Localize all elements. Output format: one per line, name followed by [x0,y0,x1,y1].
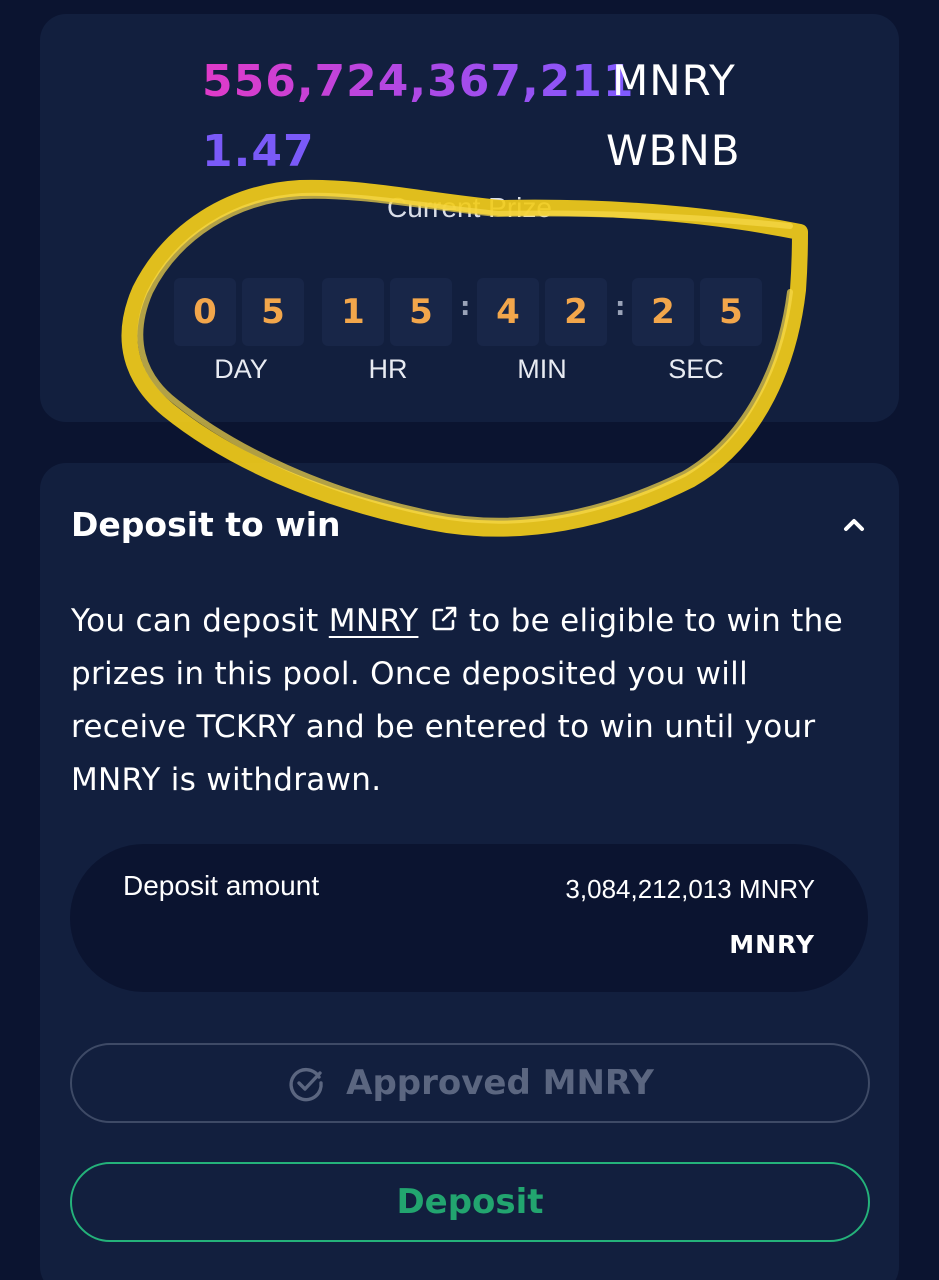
description-text-start: You can deposit [71,603,329,639]
mnry-token-link[interactable]: MNRY [329,603,419,639]
countdown-separator: : [615,292,626,322]
prize-wbnb-amount: 1.47 [202,126,315,177]
approved-mnry-button[interactable]: Approved MNRY [70,1043,870,1123]
countdown-separator: : [460,292,471,322]
countdown-sec-digit-2: 5 [700,278,762,346]
deposit-amount-field[interactable]: Deposit amount 3,084,212,013 MNRY MNRY [70,844,868,992]
countdown-min-digit-1: 4 [477,278,539,346]
countdown-unit-hr: HR [368,354,408,384]
countdown-unit-min: MIN [517,354,567,384]
prize-mnry-amount: 556,724,367,211 [202,56,635,107]
deposit-amount-value[interactable]: 3,084,212,013 MNRY [565,874,815,905]
prize-mnry-row: 556,724,367,211 MNRY [40,56,899,116]
countdown-day-digit-1: 0 [174,278,236,346]
deposit-title: Deposit to win [71,505,341,544]
countdown-hr-digit-1: 1 [322,278,384,346]
external-link-icon[interactable] [429,598,459,631]
page: 556,724,367,211 MNRY 1.47 WBNB Current P… [0,0,939,1280]
countdown-unit-day: DAY [214,354,268,384]
deposit-description: You can deposit MNRY to be eligible to w… [71,595,871,807]
prize-card: 556,724,367,211 MNRY 1.47 WBNB Current P… [40,14,899,422]
prize-mnry-token: MNRY [612,56,736,105]
countdown-day-digit-2: 5 [242,278,304,346]
deposit-card: Deposit to win You can deposit MNRY to b… [40,463,899,1280]
countdown-timer: 0 5 1 5 : 4 2 : 2 5 [174,278,774,348]
chevron-up-icon[interactable] [834,505,874,545]
check-circle-icon [289,1067,323,1102]
deposit-button-label: Deposit [396,1182,544,1222]
prize-wbnb-row: 1.47 WBNB [40,126,899,186]
current-prize-label: Current Prize [387,192,552,223]
approved-mnry-label: Approved MNRY [346,1063,654,1103]
countdown-sec-digit-1: 2 [632,278,694,346]
deposit-amount-label: Deposit amount [123,870,320,901]
prize-wbnb-token: WBNB [606,126,741,175]
countdown-hr-digit-2: 5 [390,278,452,346]
deposit-amount-token: MNRY [729,930,815,959]
countdown-unit-sec: SEC [668,354,724,384]
deposit-button[interactable]: Deposit [70,1162,870,1242]
countdown-min-digit-2: 2 [545,278,607,346]
